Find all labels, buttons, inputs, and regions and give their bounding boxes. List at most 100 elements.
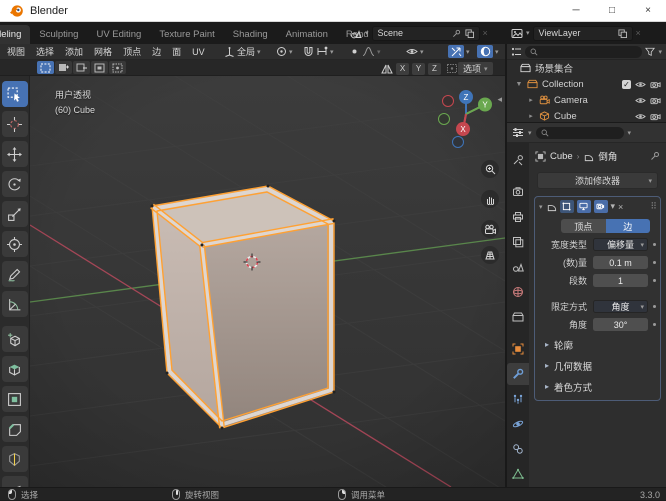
pin-icon[interactable] — [452, 29, 461, 38]
angle-field[interactable]: 30° — [593, 318, 648, 331]
tab-world[interactable] — [507, 281, 529, 303]
mirror-y-toggle[interactable]: Y — [412, 62, 425, 75]
limit-method-dropdown[interactable]: 角度 ▾ — [593, 300, 648, 313]
select-subtract-button[interactable] — [73, 61, 90, 74]
animate-dot[interactable] — [653, 261, 656, 264]
bevel-tool[interactable] — [1, 416, 28, 442]
scene-selector[interactable]: ▾ Scene × — [350, 25, 488, 41]
tab-object-data[interactable] — [507, 463, 529, 485]
modifier-extras-icon[interactable]: ▾ — [611, 201, 616, 212]
outliner-row-collection[interactable]: ▼ Collection ✓ — [507, 76, 666, 92]
mirror-z-toggle[interactable]: Z — [428, 62, 441, 75]
collection-checkbox[interactable]: ✓ — [622, 79, 631, 89]
tool-options[interactable]: 选项 ▾ — [458, 62, 493, 75]
gizmo-neg-y[interactable] — [438, 113, 450, 125]
maximize-button[interactable]: □ — [594, 0, 630, 22]
tab-object[interactable] — [507, 338, 529, 360]
hide-eye-icon[interactable] — [635, 112, 646, 121]
disable-render-icon[interactable] — [650, 112, 661, 121]
viewport-canvas[interactable]: 用户透视 (60) Cube ◂ Z Y X — [30, 76, 505, 487]
section-shading[interactable]: ▸ 着色方式 — [535, 378, 660, 395]
toggle-ortho-button[interactable] — [481, 246, 499, 264]
options-button[interactable]: 选项 ▾ — [458, 62, 493, 75]
proportional-editing-controls[interactable]: ▾ — [349, 45, 381, 58]
tab-output[interactable] — [507, 206, 529, 228]
knife-tool[interactable] — [1, 476, 28, 487]
tab-view-layer[interactable] — [507, 231, 529, 253]
tab-constraints[interactable] — [507, 438, 529, 460]
select-extend-button[interactable] — [55, 61, 72, 74]
menu-vertex[interactable]: 顶点 — [123, 45, 141, 58]
menu-view[interactable]: 视图 — [7, 45, 25, 58]
menu-face[interactable]: 面 — [172, 45, 181, 58]
viewlayer-name-field[interactable]: ViewLayer — [532, 25, 633, 41]
show-gizmo-dropdown[interactable]: ▾ — [406, 45, 424, 58]
filter-icon[interactable] — [645, 47, 656, 57]
toggle-realtime-display[interactable] — [576, 200, 591, 213]
affect-vertices-button[interactable]: 顶点 — [561, 219, 606, 233]
tab-sculpting[interactable]: Sculpting — [30, 25, 87, 44]
extrude-region-tool[interactable] — [1, 356, 28, 382]
tab-render[interactable] — [507, 181, 529, 203]
tab-collection[interactable] — [507, 306, 529, 328]
add-modifier-button[interactable]: 添加修改器 ▾ — [537, 172, 658, 189]
collapse-icon[interactable]: ▸ — [527, 96, 535, 104]
select-box-tool[interactable] — [1, 81, 28, 107]
breadcrumb-object[interactable]: Cube — [550, 151, 573, 162]
outliner-editor-icon[interactable] — [511, 47, 522, 57]
gizmo-neg-z[interactable] — [452, 136, 464, 148]
tab-modifiers[interactable] — [507, 363, 529, 385]
new-copy-icon[interactable] — [464, 28, 474, 38]
tab-modeling[interactable]: deling — [0, 25, 31, 44]
animate-dot[interactable] — [653, 243, 656, 246]
navigation-gizmo[interactable]: Z Y X — [438, 88, 496, 150]
annotate-tool[interactable] — [1, 261, 28, 287]
menu-edge[interactable]: 边 — [152, 45, 161, 58]
collapse-region-icon[interactable]: ◂ — [497, 94, 502, 105]
menu-add[interactable]: 添加 — [65, 45, 83, 58]
toggle-render-display[interactable] — [593, 200, 608, 213]
tab-shading[interactable]: Shading — [224, 25, 277, 44]
viewlayer-selector[interactable]: ▾ ViewLayer × — [511, 25, 641, 41]
hide-eye-icon[interactable] — [635, 80, 646, 89]
disable-render-icon[interactable] — [650, 96, 661, 105]
pin-icon[interactable] — [650, 151, 660, 161]
select-set-button[interactable] — [37, 61, 54, 74]
tab-scene[interactable] — [507, 256, 529, 278]
loop-cut-tool[interactable] — [1, 446, 28, 472]
segments-field[interactable]: 1 — [593, 274, 648, 287]
camera-view-button[interactable] — [481, 220, 499, 238]
outliner-row-camera[interactable]: ▸ Camera — [507, 92, 666, 108]
menu-select[interactable]: 选择 — [36, 45, 54, 58]
transform-tool[interactable] — [1, 231, 28, 257]
shading-mode-toggle[interactable]: ▾ — [477, 45, 499, 58]
select-intersect-button[interactable] — [109, 61, 126, 74]
section-geometry[interactable]: ▸ 几何数据 — [535, 357, 660, 374]
properties-search-input[interactable] — [535, 126, 624, 139]
inset-faces-tool[interactable] — [1, 386, 28, 412]
toggle-editmode-display[interactable] — [559, 200, 574, 213]
section-profile[interactable]: ▸ 轮廓 — [535, 336, 660, 353]
drag-handle-icon[interactable]: ⠿ — [650, 201, 657, 212]
width-type-dropdown[interactable]: 偏移量 ▾ — [593, 238, 648, 251]
remove-icon[interactable]: × — [636, 28, 641, 38]
animate-dot[interactable] — [653, 323, 656, 326]
move-tool[interactable] — [1, 141, 28, 167]
properties-editor-icon[interactable] — [512, 127, 524, 138]
pivot-point-dropdown[interactable]: ▾ — [276, 45, 293, 58]
pan-view-button[interactable] — [481, 190, 499, 208]
zoom-view-button[interactable] — [481, 160, 499, 178]
xray-toggle[interactable]: ▾ — [448, 45, 470, 58]
add-cube-tool[interactable] — [1, 326, 28, 352]
tab-tool[interactable] — [507, 149, 529, 171]
disable-render-icon[interactable] — [650, 80, 661, 89]
new-copy-icon[interactable] — [617, 28, 627, 38]
affect-edges-button[interactable]: 边 — [605, 219, 650, 233]
tab-uv-editing[interactable]: UV Editing — [87, 25, 150, 44]
xray-button[interactable] — [448, 45, 464, 58]
select-invert-button[interactable] — [91, 61, 108, 74]
scale-tool[interactable] — [1, 201, 28, 227]
panel-expand-icon[interactable]: ▾ — [539, 203, 543, 211]
menu-mesh[interactable]: 网格 — [94, 45, 112, 58]
tab-texture-paint[interactable]: Texture Paint — [150, 25, 223, 44]
